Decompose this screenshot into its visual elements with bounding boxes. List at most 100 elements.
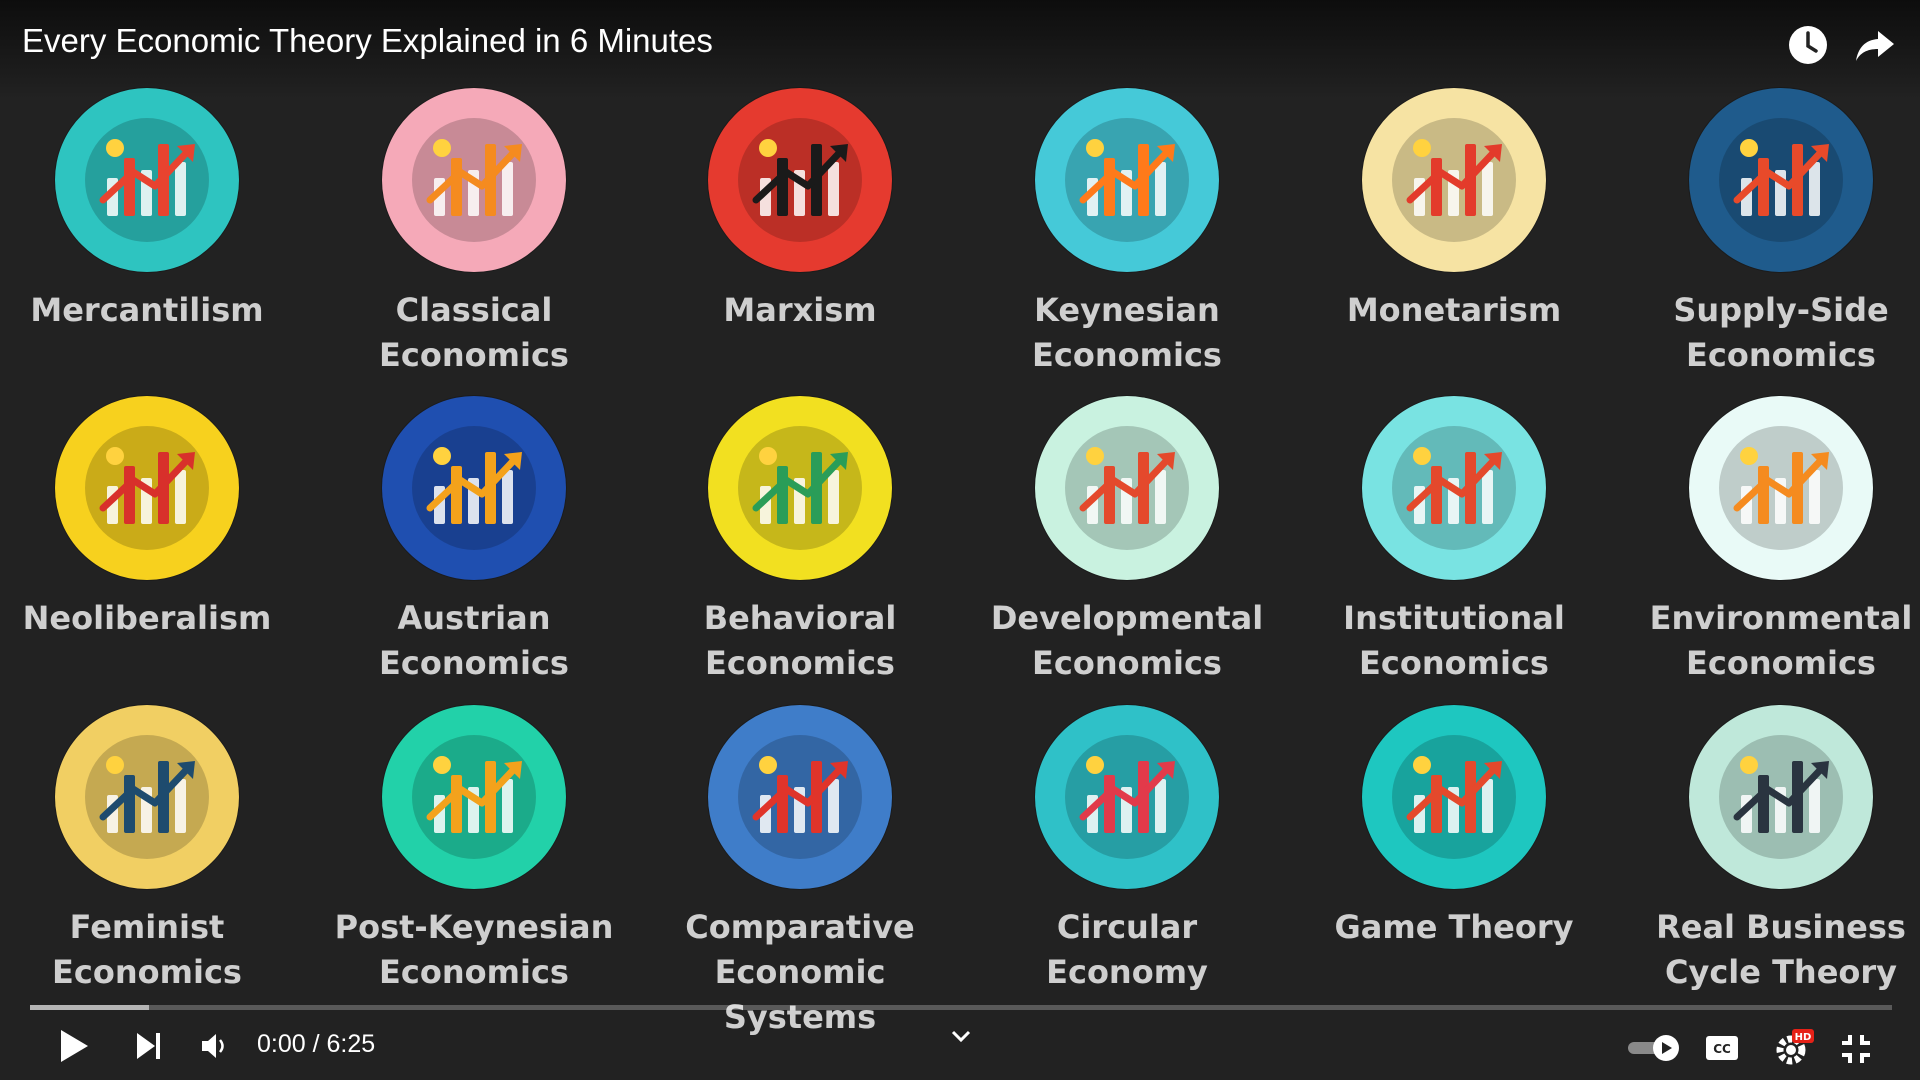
theory-icon xyxy=(1362,88,1546,272)
theory-label-line: Developmental xyxy=(990,599,1264,637)
theory-illustration xyxy=(412,426,536,550)
theory-tile[interactable]: Circular Economy xyxy=(967,705,1287,995)
autoplay-toggle-icon[interactable] xyxy=(1626,1033,1682,1067)
theory-label-line: Economics xyxy=(1032,644,1222,682)
exit-fullscreen-icon[interactable] xyxy=(1840,1033,1872,1069)
theory-icon xyxy=(1362,396,1546,580)
theory-label-line: Post-Keynesian xyxy=(334,908,614,946)
theory-illustration xyxy=(1719,118,1843,242)
theory-label: Real Business Cycle Theory xyxy=(1621,905,1920,995)
theory-label: Environmental Economics xyxy=(1621,596,1920,686)
theory-label-line: Austrian xyxy=(397,599,551,637)
player-controls: 0:00 / 6:25 CC HD xyxy=(0,1015,1920,1080)
theory-icon xyxy=(1035,705,1219,889)
theory-tile[interactable]: Classical Economics xyxy=(314,88,634,378)
theory-illustration xyxy=(1065,735,1189,859)
theory-label-line: Economics xyxy=(379,336,569,374)
progress-bar[interactable] xyxy=(30,1005,1892,1010)
next-icon[interactable] xyxy=(135,1031,163,1065)
theory-illustration xyxy=(738,118,862,242)
theory-label-line: Economics xyxy=(379,644,569,682)
gear-icon[interactable]: HD xyxy=(1772,1028,1814,1072)
theory-tile[interactable]: Behavioral Economics xyxy=(640,396,960,686)
theory-tile[interactable]: Supply-Side Economics xyxy=(1621,88,1920,378)
theory-tile[interactable]: Keynesian Economics xyxy=(967,88,1287,378)
theory-label-line: Mercantilism xyxy=(30,291,264,329)
theory-icon xyxy=(382,88,566,272)
theory-icon xyxy=(708,705,892,889)
theory-illustration xyxy=(85,735,209,859)
theory-tile[interactable]: Real Business Cycle Theory xyxy=(1621,705,1920,995)
theory-icon xyxy=(1689,396,1873,580)
theory-label: Austrian Economics xyxy=(314,596,634,686)
current-time: 0:00 xyxy=(257,1030,306,1058)
theory-tile[interactable]: Feminist Economics xyxy=(0,705,307,995)
theory-icon xyxy=(382,705,566,889)
theory-label-line: Economics xyxy=(52,953,242,991)
theory-label-line: Economics xyxy=(705,644,895,682)
theory-label-line: Neoliberalism xyxy=(22,599,272,637)
theory-label-line: Economics xyxy=(1686,336,1876,374)
theory-label-line: Marxism xyxy=(723,291,877,329)
theory-label-line: Cycle Theory xyxy=(1664,953,1898,991)
theory-tile[interactable]: Post-Keynesian Economics xyxy=(314,705,634,995)
theory-label: Game Theory xyxy=(1294,905,1614,950)
theory-label: Developmental Economics xyxy=(967,596,1287,686)
theory-label-line: Economics xyxy=(1686,644,1876,682)
theory-tile[interactable]: Institutional Economics xyxy=(1294,396,1614,686)
theory-grid: Mercantilism Classical Economics Marxism Key… xyxy=(0,0,1920,1036)
theory-label-line: Economy xyxy=(1046,953,1208,991)
theory-icon xyxy=(708,396,892,580)
theory-illustration xyxy=(85,426,209,550)
theory-label-line: Comparative xyxy=(685,908,915,946)
theory-tile[interactable]: Comparative Economic Systems xyxy=(640,705,960,1040)
theory-tile[interactable]: Neoliberalism xyxy=(0,396,307,641)
theory-illustration xyxy=(738,426,862,550)
theory-illustration xyxy=(1392,426,1516,550)
theory-illustration xyxy=(1065,118,1189,242)
theory-label: Circular Economy xyxy=(967,905,1287,995)
theory-label-line: Circular xyxy=(1056,908,1198,946)
theory-label-line: Classical xyxy=(395,291,553,329)
theory-label: Monetarism xyxy=(1294,288,1614,333)
theory-illustration xyxy=(412,118,536,242)
chevron-down-icon[interactable] xyxy=(950,1028,972,1048)
theory-label: Mercantilism xyxy=(0,288,307,333)
theory-label: Behavioral Economics xyxy=(640,596,960,686)
theory-label: Post-Keynesian Economics xyxy=(314,905,634,995)
theory-label-line: Economics xyxy=(1032,336,1222,374)
theory-tile[interactable]: Marxism xyxy=(640,88,960,333)
theory-icon xyxy=(1035,396,1219,580)
theory-label-line: Institutional xyxy=(1343,599,1565,637)
volume-icon[interactable] xyxy=(199,1031,229,1065)
theory-tile[interactable]: Developmental Economics xyxy=(967,396,1287,686)
theory-label-line: Environmental xyxy=(1649,599,1913,637)
theory-icon xyxy=(708,88,892,272)
theory-illustration xyxy=(1719,735,1843,859)
theory-label-line: Supply-Side xyxy=(1673,291,1889,329)
theory-icon xyxy=(1689,705,1873,889)
theory-illustration xyxy=(1392,735,1516,859)
theory-label-line: Behavioral xyxy=(703,599,897,637)
theory-label-line: Monetarism xyxy=(1346,291,1562,329)
svg-text:CC: CC xyxy=(1713,1042,1731,1056)
theory-icon xyxy=(55,705,239,889)
theory-label: Keynesian Economics xyxy=(967,288,1287,378)
theory-label: Marxism xyxy=(640,288,960,333)
theory-tile[interactable]: Mercantilism xyxy=(0,88,307,333)
play-icon[interactable] xyxy=(58,1028,90,1068)
theory-illustration xyxy=(412,735,536,859)
theory-label-line: Real Business xyxy=(1656,908,1906,946)
theory-tile[interactable]: Monetarism xyxy=(1294,88,1614,333)
theory-tile[interactable]: Austrian Economics xyxy=(314,396,634,686)
theory-tile[interactable]: Game Theory xyxy=(1294,705,1614,950)
theory-label: Institutional Economics xyxy=(1294,596,1614,686)
theory-label: Feminist Economics xyxy=(0,905,307,995)
theory-icon xyxy=(1035,88,1219,272)
theory-label-line: Economics xyxy=(379,953,569,991)
theory-tile[interactable]: Environmental Economics xyxy=(1621,396,1920,686)
theory-label-line: Feminist xyxy=(69,908,225,946)
hd-badge: HD xyxy=(1795,1032,1812,1043)
theory-icon xyxy=(55,396,239,580)
cc-icon[interactable]: CC xyxy=(1705,1035,1739,1065)
